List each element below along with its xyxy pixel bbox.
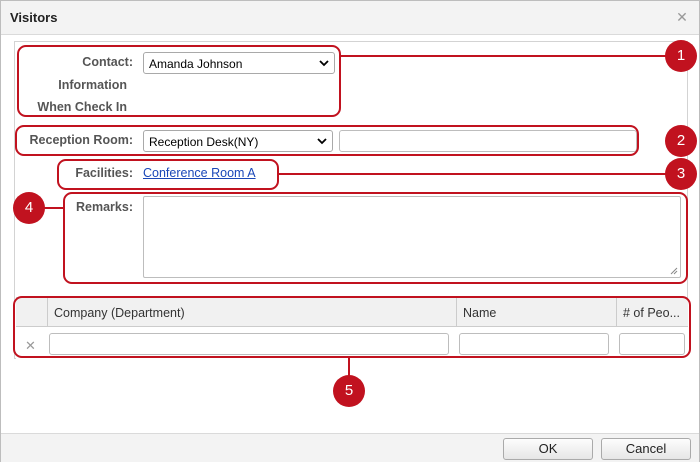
contact-select[interactable]: Amanda Johnson (143, 52, 335, 74)
facilities-label: Facilities: (75, 166, 133, 180)
column-header-company[interactable]: Company (Department) (47, 298, 456, 327)
dialog-footer: OK Cancel (1, 433, 699, 462)
visitor-name-input[interactable] (459, 333, 609, 355)
reception-room-label: Reception Room: (29, 133, 133, 147)
annotation-leader-1 (341, 55, 668, 57)
dialog-titlebar: Visitors ✕ (1, 1, 699, 35)
visitor-table: Company (Department) Name # of Peo... ✕ (16, 297, 688, 359)
annotation-badge-3: 3 (665, 158, 697, 190)
facility-link[interactable]: Conference Room A (143, 166, 256, 180)
annotation-leader-4 (43, 207, 64, 209)
contact-label-line3: When Check In (37, 100, 127, 114)
reception-room-select[interactable]: Reception Desk(NY) (143, 130, 333, 152)
contact-label-line2: Information (58, 78, 127, 92)
column-header-name[interactable]: Name (456, 298, 616, 327)
annotation-badge-4: 4 (13, 192, 45, 224)
form-panel: Contact: Information When Check In Amand… (14, 41, 688, 359)
close-icon[interactable]: ✕ (675, 10, 689, 24)
contact-select-value: Amanda Johnson (149, 57, 243, 71)
chevron-down-icon (319, 60, 329, 67)
dialog-title: Visitors (10, 10, 58, 25)
column-header-people[interactable]: # of Peo... (616, 298, 688, 327)
ok-button[interactable]: OK (503, 438, 593, 460)
cancel-button[interactable]: Cancel (601, 438, 691, 460)
visitors-dialog: Visitors ✕ Contact: Information When Che… (0, 0, 700, 462)
annotation-badge-5: 5 (333, 375, 365, 407)
people-count-input[interactable] (619, 333, 685, 355)
chevron-down-icon (317, 138, 327, 145)
remarks-textarea[interactable] (143, 196, 681, 278)
company-input[interactable] (49, 333, 449, 355)
reception-room-select-value: Reception Desk(NY) (149, 135, 259, 149)
annotation-leader-5 (348, 358, 350, 376)
resize-grip-icon[interactable] (670, 267, 678, 275)
annotation-badge-2: 2 (665, 125, 697, 157)
reception-room-text-input[interactable] (339, 130, 637, 152)
table-header: Company (Department) Name # of Peo... (16, 297, 688, 327)
annotation-badge-1: 1 (665, 40, 697, 72)
contact-label: Contact: (82, 55, 133, 69)
delete-row-icon[interactable]: ✕ (25, 338, 36, 354)
annotation-leader-3 (279, 173, 669, 175)
